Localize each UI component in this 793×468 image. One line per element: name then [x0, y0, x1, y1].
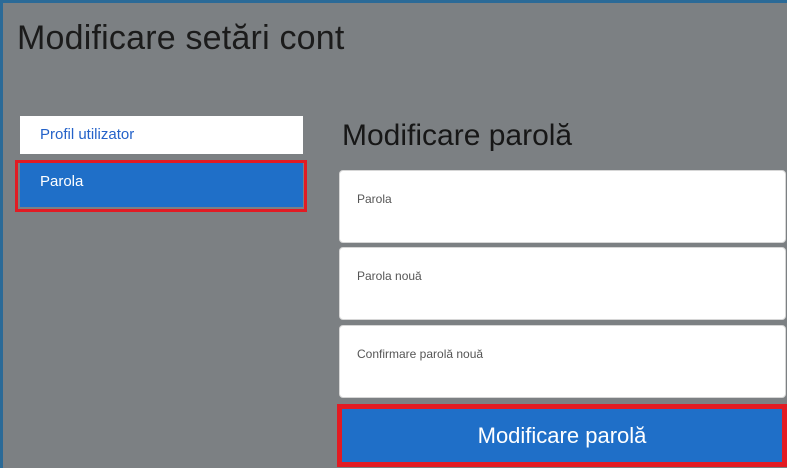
highlight-box: Modificare parolă [337, 404, 787, 467]
sidebar-item-profile[interactable]: Profil utilizator [20, 116, 303, 154]
page-title: Modificare setări cont [17, 19, 345, 57]
new-password-field[interactable]: Parola nouă [339, 247, 786, 320]
field-placeholder: Parola [357, 192, 392, 206]
field-placeholder: Confirmare parolă nouă [357, 347, 484, 361]
settings-panel: Modificare setări cont Profil utilizator… [0, 0, 787, 468]
current-password-field[interactable]: Parola [339, 170, 786, 243]
confirm-password-field[interactable]: Confirmare parolă nouă [339, 325, 786, 398]
sidebar-item-password[interactable]: Parola [20, 163, 303, 207]
sidebar-item-label: Parola [40, 173, 84, 190]
field-placeholder: Parola nouă [357, 269, 422, 283]
change-password-button[interactable]: Modificare parolă [342, 409, 782, 462]
section-title: Modificare parolă [342, 119, 573, 152]
sidebar-item-label: Profil utilizator [40, 126, 135, 143]
